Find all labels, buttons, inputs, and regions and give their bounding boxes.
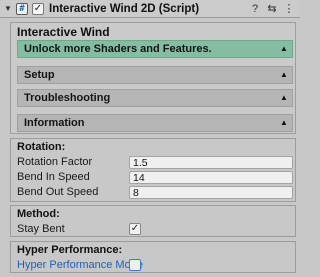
script-icon: # [16, 2, 28, 15]
expand-arrow-icon[interactable]: ▲ [279, 93, 289, 103]
stay-bent-label: Stay Bent [17, 223, 65, 235]
component-enabled-checkbox[interactable]: ✓ [32, 2, 44, 15]
troubleshooting-label: Troubleshooting [24, 92, 111, 104]
component-title[interactable]: Interactive Wind 2D (Script) [49, 3, 199, 15]
method-title: Method: [17, 208, 60, 220]
hyper-performance-mode-checkbox[interactable] [129, 259, 141, 271]
rotation-factor-field[interactable]: 1.5 [129, 156, 293, 169]
hyper-performance-section: Hyper Performance: Hyper Performance Mod… [10, 241, 296, 273]
help-icon[interactable]: ? [248, 2, 262, 16]
hyper-performance-title: Hyper Performance: [17, 244, 123, 256]
rotation-title: Rotation: [17, 141, 66, 153]
header-icons: ? ⇆ ⋮ [248, 2, 296, 16]
rotation-section: Rotation: Rotation Factor 1.5 Bend In Sp… [10, 138, 296, 202]
information-foldout[interactable]: Information ▲ [17, 114, 293, 132]
chevron-down-icon[interactable]: ▼ [2, 0, 14, 18]
main-panel: Interactive Wind Unlock more Shaders and… [10, 22, 296, 134]
expand-arrow-icon[interactable]: ▲ [279, 70, 289, 80]
expand-arrow-icon[interactable]: ▲ [279, 118, 289, 128]
unlock-features-label: Unlock more Shaders and Features. [24, 43, 212, 55]
troubleshooting-foldout[interactable]: Troubleshooting ▲ [17, 89, 293, 107]
setup-label: Setup [24, 69, 55, 81]
preset-icon[interactable]: ⇆ [265, 2, 279, 16]
bend-in-speed-field[interactable]: 14 [129, 171, 293, 184]
stay-bent-checkbox[interactable]: ✓ [129, 223, 141, 235]
menu-icon[interactable]: ⋮ [282, 2, 296, 16]
hyper-performance-mode-label: Hyper Performance Mode [17, 259, 143, 271]
method-section: Method: Stay Bent ✓ [10, 205, 296, 237]
information-label: Information [24, 117, 85, 129]
setup-foldout[interactable]: Setup ▲ [17, 66, 293, 84]
bend-in-speed-label: Bend In Speed [17, 171, 90, 183]
rotation-factor-label: Rotation Factor [17, 156, 93, 168]
bend-out-speed-label: Bend Out Speed [17, 186, 99, 198]
bend-out-speed-field[interactable]: 8 [129, 186, 293, 199]
expand-arrow-icon[interactable]: ▲ [279, 44, 289, 54]
unlock-features-bar[interactable]: Unlock more Shaders and Features. ▲ [17, 40, 293, 58]
panel-title: Interactive Wind [17, 25, 110, 39]
component-header: ▼ # ✓ Interactive Wind 2D (Script) ? ⇆ ⋮ [0, 0, 300, 18]
